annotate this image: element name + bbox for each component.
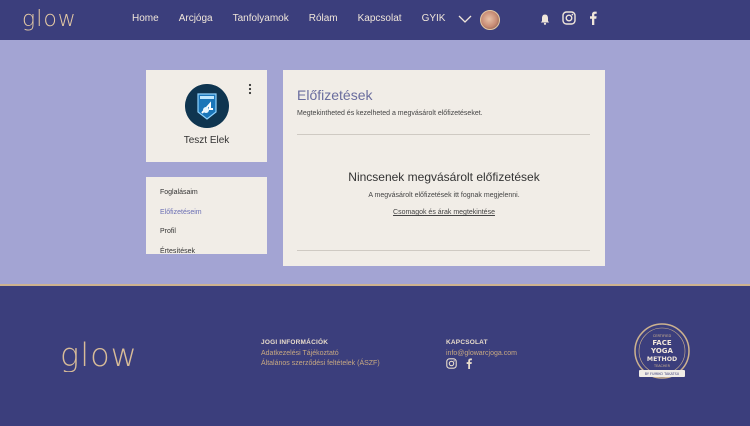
- divider-top: [297, 134, 590, 135]
- badge-sub: TEACHER: [653, 364, 671, 368]
- badge-ribbon: BY FUMIKO TAKATSU: [645, 372, 680, 376]
- nav-arcjoga[interactable]: Arcjóga: [179, 13, 213, 24]
- footer-social: [446, 358, 473, 369]
- nav-home[interactable]: Home: [132, 13, 159, 24]
- glow-logo-footer[interactable]: glow: [60, 338, 160, 372]
- bell-icon[interactable]: [540, 14, 550, 25]
- terms-link[interactable]: Általános szerződési feltételek (ÁSZF): [261, 359, 380, 369]
- empty-state-title: Nincsenek megvásárolt előfizetések: [348, 170, 540, 184]
- main-nav: Home Arcjóga Tanfolyamok Rólam Kapcsolat…: [132, 13, 465, 24]
- profile-card: Teszt Elek: [146, 70, 267, 162]
- menu-item-elofizeteseim[interactable]: Előfizetéseim: [146, 203, 267, 223]
- badge-top-text: CERTIFIED: [653, 334, 672, 338]
- account-menu: Foglalásaim Előfizetéseim Profil Értesít…: [146, 177, 267, 255]
- page-subtitle: Megtekintheted és kezelheted a megvásáro…: [297, 110, 483, 117]
- profile-image-icon: [185, 84, 229, 128]
- subscriptions-panel: Előfizetések Megtekintheted és kezelhete…: [283, 70, 605, 266]
- nav-gyik[interactable]: GYIK: [422, 13, 446, 24]
- menu-item-profil[interactable]: Profil: [146, 222, 267, 242]
- profile-avatar[interactable]: [185, 84, 229, 128]
- contact-heading: KAPCSOLAT: [446, 339, 488, 346]
- menu-item-ertesitesek[interactable]: Értesítések: [146, 242, 267, 262]
- privacy-policy-link[interactable]: Adatkezelési Tájékoztató: [261, 349, 380, 359]
- view-plans-link[interactable]: Csomagok és árak megtekintése: [283, 209, 605, 216]
- nav-kapcsolat[interactable]: Kapcsolat: [358, 13, 402, 24]
- site-header: glow Home Arcjóga Tanfolyamok Rólam Kapc…: [0, 0, 750, 40]
- instagram-icon[interactable]: [562, 11, 576, 25]
- more-options-icon[interactable]: [248, 83, 252, 95]
- nav-tanfolyamok[interactable]: Tanfolyamok: [233, 13, 289, 24]
- user-avatar[interactable]: [480, 10, 500, 30]
- footer-facebook-icon[interactable]: [465, 358, 473, 369]
- divider-bottom: [297, 250, 590, 251]
- legal-heading: JOGI INFORMÁCIÓK: [261, 339, 329, 346]
- glow-logo[interactable]: glow: [22, 6, 84, 32]
- footer-instagram-icon[interactable]: [446, 358, 457, 369]
- footer-legal: JOGI INFORMÁCIÓK Adatkezelési Tájékoztat…: [261, 339, 380, 369]
- logo-text: glow: [22, 7, 77, 32]
- footer-contact: KAPCSOLAT info@glowarcjoga.com: [446, 339, 517, 359]
- nav-rolam[interactable]: Rólam: [309, 13, 338, 24]
- badge-line1: FACE: [652, 339, 672, 347]
- facebook-icon[interactable]: [588, 11, 598, 25]
- badge-line3: METHOD: [647, 356, 677, 363]
- chevron-down-icon[interactable]: [458, 12, 472, 26]
- face-yoga-certified-badge: CERTIFIED FACE YOGA METHOD TEACHER BY FU…: [634, 323, 690, 379]
- empty-state-description: A megvásárolt előfizetések itt fognak me…: [368, 192, 520, 199]
- profile-name: Teszt Elek: [183, 135, 230, 146]
- menu-item-foglalasaim[interactable]: Foglalásaim: [146, 183, 267, 203]
- footer-logo-text: glow: [60, 338, 138, 372]
- badge-line2: YOGA: [650, 347, 674, 355]
- site-footer: glow JOGI INFORMÁCIÓK Adatkezelési Tájék…: [0, 286, 750, 426]
- page-title: Előfizetések: [297, 87, 373, 103]
